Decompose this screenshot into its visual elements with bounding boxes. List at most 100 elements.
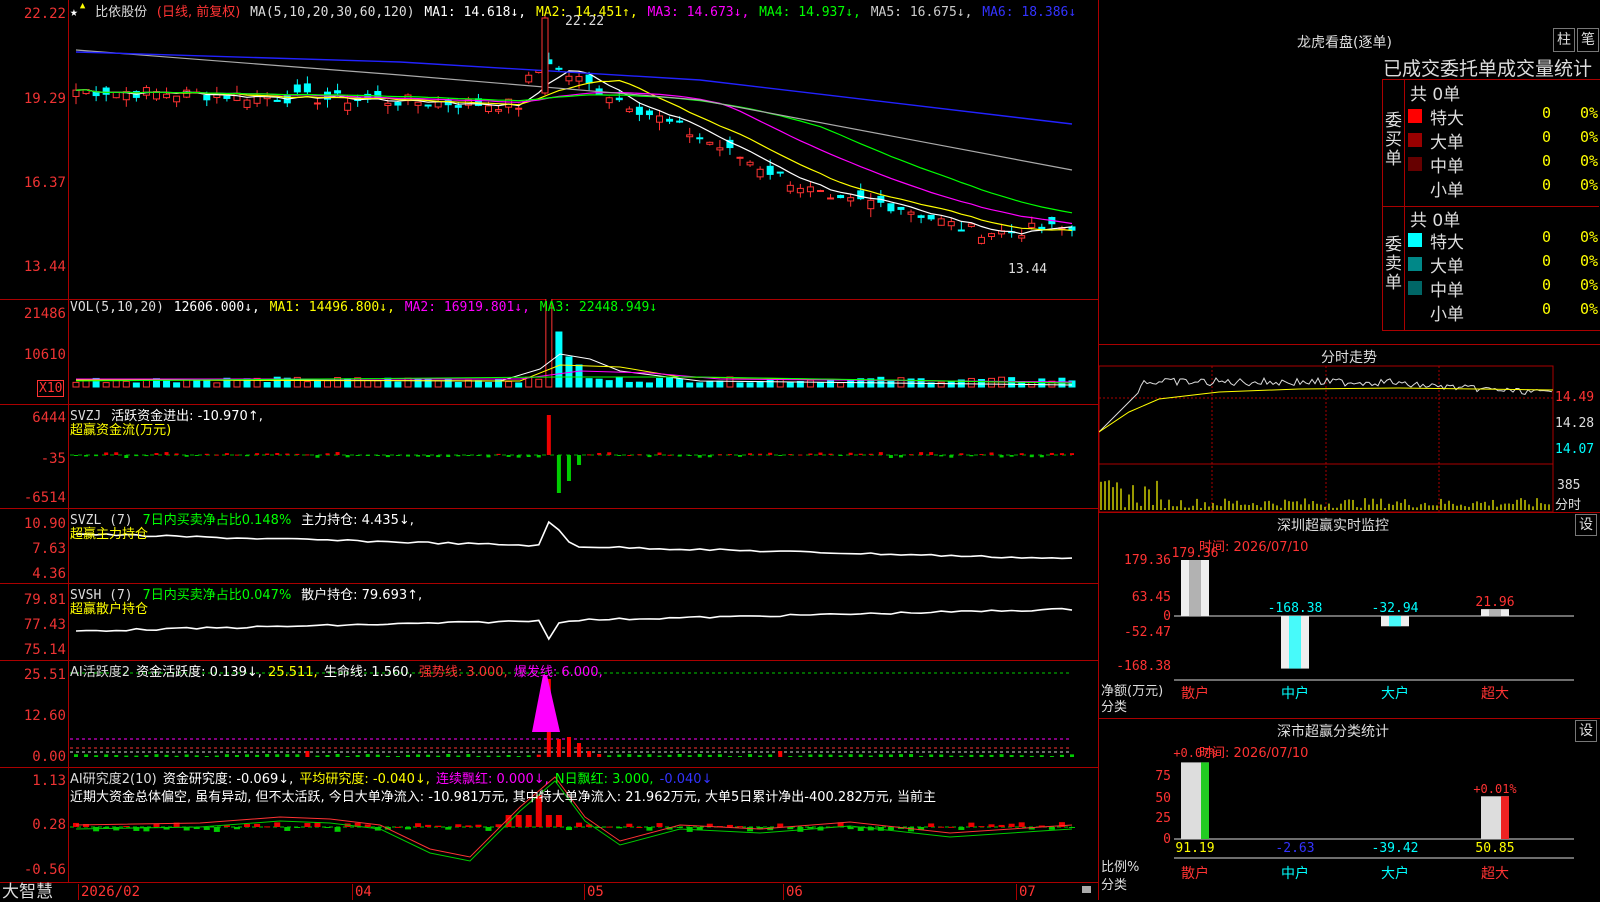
candle-body	[585, 74, 593, 84]
ai2-bar	[978, 826, 985, 828]
candle-body	[414, 101, 422, 106]
volume-bar	[575, 364, 583, 388]
ai1-bar	[134, 755, 139, 757]
ai1-bar	[878, 754, 883, 757]
legend-swatch	[1408, 233, 1422, 247]
price-chart[interactable]	[0, 0, 1098, 299]
row-pct: 0%	[1580, 152, 1599, 170]
tick-mode-button[interactable]: 笔	[1577, 28, 1599, 52]
sz-monitor-value: 21.96	[1475, 595, 1514, 610]
candle-body	[746, 161, 754, 166]
candle-body	[666, 118, 674, 122]
sz-stats-panel[interactable]: 深市超赢分类统计 设 时间: 2026/07/10 75 50 25 0 +0.07% +…	[1099, 718, 1600, 900]
ai2-bar	[656, 823, 663, 827]
candle-body	[142, 87, 150, 96]
ai1-bar	[808, 754, 813, 757]
volume-panel[interactable]: 21486 10610 X10 VOL(5,10,20) 12606.000↓,…	[0, 299, 1098, 405]
svzj-bar	[828, 453, 833, 455]
volume-header: VOL(5,10,20) 12606.000↓, MA1: 14496.800↓…	[70, 300, 659, 315]
svzj-bar	[748, 453, 753, 455]
ai-research-panel[interactable]: 1.13 0.28 -0.56 AI研究度2(10) 资金研究度: -0.069…	[0, 767, 1098, 882]
ai2-bar	[676, 827, 683, 828]
ai2-bar	[415, 823, 422, 827]
candle-body	[786, 184, 794, 192]
volume-bar	[696, 382, 704, 388]
svzj-bar	[174, 453, 179, 455]
svzj-bar	[295, 453, 300, 455]
svzj-bar	[627, 454, 632, 456]
ai2-bar	[405, 827, 411, 830]
sz-monitor-bar-inner	[1289, 616, 1301, 669]
chart-mode[interactable]: (日线, 前复权)	[157, 5, 240, 20]
svzj-bar	[657, 452, 662, 455]
candle-body	[223, 95, 231, 99]
svzl-panel[interactable]: 10.90 7.63 4.36 SVZL (7) 7日内买卖净占比0.148% …	[0, 508, 1098, 584]
stock-name: 比依股份	[95, 5, 148, 20]
vol-label: VOL(5,10,20)	[70, 300, 164, 315]
candle-body	[917, 215, 925, 218]
longhu-row: 大单 0 0%	[1404, 252, 1600, 277]
ai2-bar	[1069, 827, 1075, 828]
intraday-panel[interactable]: 分时走势 14.49 14.28 14.07 385 分时	[1099, 344, 1600, 513]
vol-ma2: MA2: 16919.801↓,	[404, 300, 530, 315]
ai1-bar	[476, 755, 481, 757]
svzj-bar	[1039, 455, 1044, 458]
sz-stats-value: -39.42	[1372, 841, 1419, 856]
row-name: 小单	[1430, 181, 1464, 201]
ai2-bar	[103, 827, 110, 828]
legend-swatch	[1408, 133, 1422, 147]
sz-stats-bar-accent	[1501, 796, 1509, 839]
legend-swatch	[1408, 257, 1422, 271]
candle-body	[72, 89, 80, 97]
candle-body	[635, 106, 643, 115]
sz-monitor-panel[interactable]: 深圳超赢实时监控 设 时间: 2026/07/10 179.36 63.45 0 -5…	[1099, 512, 1600, 719]
ai2-bar	[304, 823, 311, 827]
svzj-bar	[466, 455, 471, 456]
candle-body	[203, 94, 211, 101]
volume-bar	[585, 378, 593, 388]
sz-monitor-value: -32.94	[1372, 601, 1419, 616]
ai1-bar	[365, 754, 370, 757]
star-icon[interactable]: ★	[70, 5, 78, 20]
ai2-bar	[726, 824, 733, 827]
ai1-bar	[949, 755, 954, 757]
svzj-bar	[607, 452, 612, 455]
row-count: 0	[1542, 228, 1552, 246]
ai1-bar	[1039, 755, 1044, 757]
svzj-bar	[526, 455, 531, 458]
ai1-bar	[868, 755, 873, 757]
sz-monitor-tick: 0	[1163, 609, 1171, 624]
ai2-bar	[958, 827, 965, 830]
ai1-bar	[275, 754, 280, 757]
intraday-vol-tick: 385	[1557, 478, 1581, 493]
volume-bar	[816, 381, 824, 388]
bar-mode-button[interactable]: 柱	[1553, 28, 1575, 52]
sz-stats-chart[interactable]: 75 50 25 0 +0.07% +0.01% 91.19 散户 -2.63 中户 -39.42 大…	[1099, 718, 1600, 900]
x-tick-label: 07	[1016, 884, 1036, 900]
volume-bar	[716, 380, 724, 388]
lock-icon[interactable]	[1082, 886, 1091, 893]
svzj-bar	[114, 452, 119, 455]
ai1-bar	[385, 755, 390, 757]
intraday-chart[interactable]	[1099, 344, 1600, 512]
svzj-bar	[496, 453, 501, 455]
candle-body	[837, 195, 845, 199]
price-panel[interactable]: 22.22 19.29 16.37 13.44 ★ ▲ 比依股份 (日线, 前复权…	[0, 0, 1098, 300]
ma1-value: MA1: 14.618↓,	[424, 5, 527, 20]
svzj-panel[interactable]: 6444 -35 -6514 SVZJ 活跃资金进出: -10.970↑, 超赢…	[0, 404, 1098, 509]
ai2-bar	[938, 826, 945, 828]
svzj-bar	[385, 455, 390, 458]
ai1-bar	[617, 754, 622, 757]
candle-body	[243, 99, 251, 108]
svsh-panel[interactable]: 79.81 77.43 75.14 SVSH (7) 7日内买卖净占比0.047…	[0, 583, 1098, 661]
ai1-bar	[104, 754, 109, 757]
volume-bar	[837, 382, 845, 388]
ai1-bar	[768, 754, 773, 757]
ai1-bar	[858, 754, 863, 757]
candle-body	[1028, 222, 1036, 228]
ai2-bar	[394, 826, 401, 828]
sz-monitor-chart[interactable]: 179.36 63.45 0-52.47 -168.38 179.36 散户 -168.38…	[1099, 512, 1600, 718]
svzj-bar	[436, 455, 441, 458]
ai-activity-panel[interactable]: 25.51 12.60 0.00 AI活跃度2 资金活跃度: 0.139↓, 2…	[0, 660, 1098, 768]
svzj-bar	[677, 455, 682, 457]
